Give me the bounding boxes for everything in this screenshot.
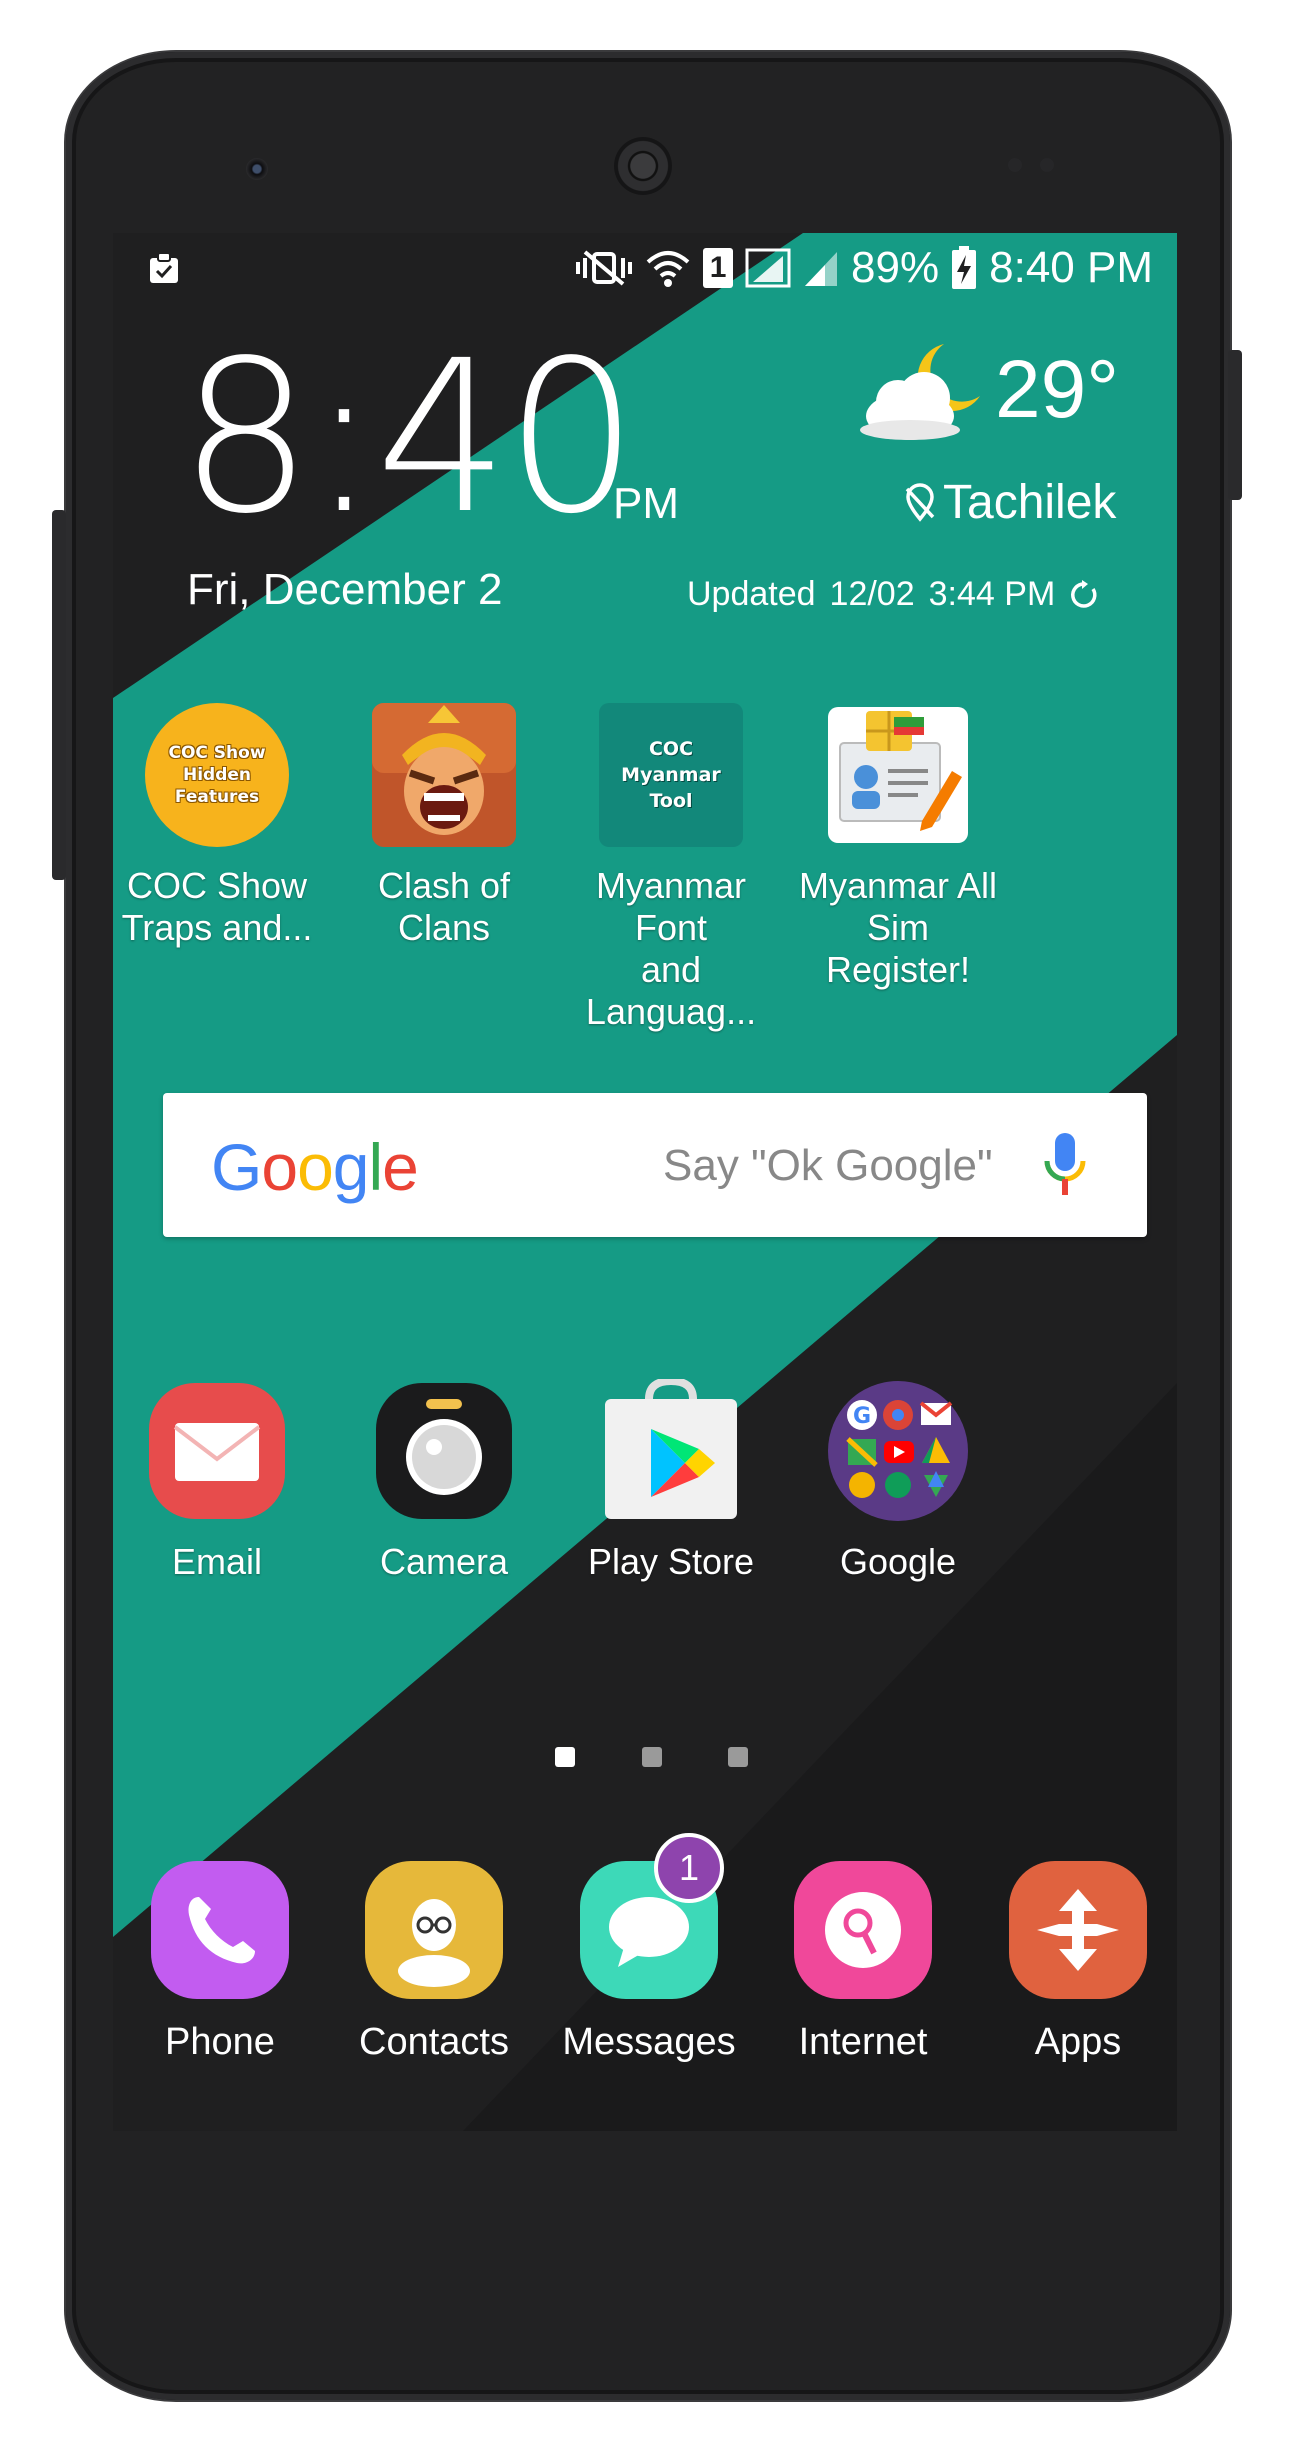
app-myanmar-font[interactable]: COC Myanmar Tool Myanmar Font and Langua…	[571, 703, 771, 1033]
light-sensor	[1040, 158, 1054, 172]
app-label: Messages	[562, 2021, 736, 2063]
page-dot-2[interactable]	[642, 1747, 662, 1767]
clock-date[interactable]: Fri, December 2	[187, 565, 502, 615]
battery-percent: 89%	[851, 243, 940, 292]
volume-button	[52, 510, 66, 880]
dock-apps[interactable]: Apps	[978, 1861, 1177, 2064]
camera-icon	[372, 1379, 516, 1523]
phone-icon	[151, 1861, 289, 1999]
app-label: Myanmar All Sim Register!	[798, 865, 998, 990]
weather-location[interactable]: Tachilek	[903, 475, 1116, 530]
app-email[interactable]: Email	[117, 1379, 317, 1583]
google-search-bar[interactable]: Google Say "Ok Google"	[163, 1093, 1147, 1237]
wifi-icon	[646, 251, 690, 287]
clock-ampm: PM	[613, 479, 679, 528]
clash-of-clans-icon	[372, 703, 516, 847]
power-button	[1228, 350, 1242, 500]
location-off-icon	[905, 482, 935, 522]
svg-text:G: G	[853, 1404, 871, 1429]
status-bar: 1 89% 8:40 PM	[113, 233, 1177, 303]
app-label: Internet	[798, 2021, 928, 2063]
dock-internet[interactable]: Internet	[763, 1861, 963, 2064]
coc-show-icon: COC Show Hidden Features	[145, 703, 289, 847]
dock-messages[interactable]: 1 Messages	[549, 1833, 749, 2064]
refresh-icon[interactable]	[1069, 579, 1099, 610]
app-label: Apps	[1034, 2021, 1122, 2063]
email-icon	[145, 1379, 289, 1523]
weather-updated: Updated 12/02 3:44 PM	[687, 575, 1099, 614]
app-google-folder[interactable]: G Google	[798, 1379, 998, 1583]
google-logo: Google	[211, 1130, 419, 1204]
contacts-icon	[365, 1861, 503, 1999]
mic-icon[interactable]	[1043, 1131, 1087, 1199]
internet-icon	[794, 1861, 932, 1999]
front-camera	[246, 158, 268, 180]
updated-time: 3:44 PM	[928, 575, 1056, 613]
dock-phone[interactable]: Phone	[120, 1861, 320, 2064]
page-dot-3[interactable]	[728, 1747, 748, 1767]
status-time: 8:40 PM	[989, 243, 1153, 292]
app-label: Play Store	[587, 1541, 755, 1582]
search-hint: Say "Ok Google"	[663, 1141, 993, 1190]
google-folder-icon: G	[826, 1379, 970, 1523]
app-myanmar-sim-register[interactable]: Myanmar All Sim Register!	[798, 703, 998, 991]
app-coc-show-traps[interactable]: COC Show Hidden Features COC Show Traps …	[117, 703, 317, 949]
coc-myanmar-tool-icon: COC Myanmar Tool	[599, 703, 743, 847]
updated-date: 12/02	[829, 575, 915, 613]
proximity-sensor	[1008, 158, 1022, 172]
dock-contacts[interactable]: Contacts	[334, 1861, 534, 2064]
app-label: Myanmar Font and Languag...	[585, 865, 757, 1032]
app-label: Phone	[165, 2021, 275, 2063]
signal-icon-2	[805, 252, 838, 286]
messages-icon: 1	[580, 1833, 724, 1999]
app-camera[interactable]: Camera	[344, 1379, 544, 1583]
sim-register-icon	[826, 703, 970, 847]
sim1-icon: 1	[703, 248, 734, 288]
location-label: Tachilek	[943, 476, 1117, 529]
app-icon-coc-show: COC Show Hidden Features	[145, 703, 289, 847]
clipboard-icon	[150, 252, 178, 283]
partly-cloudy-night-icon[interactable]	[858, 338, 988, 443]
earpiece-speaker	[614, 137, 672, 195]
app-icon-myanmar-font: COC Myanmar Tool	[599, 703, 743, 847]
app-clash-of-clans[interactable]: Clash of Clans	[344, 703, 544, 949]
vibrate-mute-icon	[576, 250, 633, 286]
home-screen: 1 89% 8:40 PM 8:40 PM Fri, December 2 29…	[113, 233, 1177, 2131]
page-dot-1[interactable]	[555, 1747, 575, 1767]
app-label: Camera	[379, 1541, 509, 1582]
temperature[interactable]: 29°	[995, 343, 1119, 437]
play-store-icon	[599, 1376, 743, 1523]
clock-time[interactable]: 8:40	[179, 333, 639, 543]
app-label: Clash of Clans	[377, 865, 511, 948]
app-label: Contacts	[359, 2021, 509, 2063]
app-label: Email	[171, 1541, 263, 1582]
charging-battery-icon	[952, 246, 977, 289]
unread-badge: 1	[654, 1833, 724, 1903]
apps-grid-icon	[1009, 1861, 1147, 1999]
app-label: Google	[839, 1541, 957, 1582]
updated-label: Updated	[687, 575, 816, 613]
app-label: COC Show Traps and...	[121, 865, 313, 948]
signal-icon	[745, 248, 791, 288]
app-play-store[interactable]: Play Store	[571, 1376, 771, 1583]
